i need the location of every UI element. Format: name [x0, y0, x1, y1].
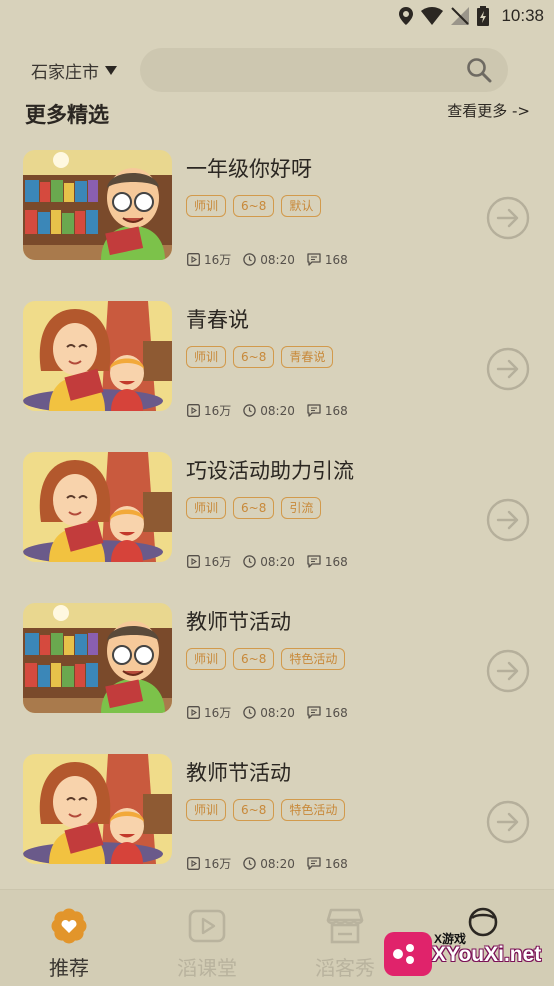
course-title: 青春说: [186, 308, 249, 332]
section-title: 更多精选: [25, 103, 109, 127]
views-icon: [187, 706, 200, 719]
course-tag: 特色活动: [281, 799, 346, 821]
course-title: 教师节活动: [186, 610, 291, 634]
site-watermark: X游戏 XYouXi.net: [384, 926, 554, 986]
clock-icon: [243, 555, 257, 568]
comment-icon: [307, 857, 321, 870]
search-input[interactable]: [140, 48, 508, 92]
course-tag: 引流: [281, 497, 322, 519]
course-meta: 16万 08:20 168: [187, 855, 360, 872]
course-tags: 师训 6~8 引流: [186, 497, 322, 519]
course-tag: 师训: [186, 648, 227, 670]
comment-count: 168: [324, 856, 348, 871]
tab-recommend[interactable]: 推荐: [0, 890, 138, 986]
dropdown-triangle-icon: [105, 66, 117, 75]
clock-icon: [243, 857, 257, 870]
clock-icon: [243, 253, 257, 266]
clock-icon: [243, 404, 257, 417]
arrow-right-circle-icon[interactable]: [486, 347, 530, 391]
comment-count: 168: [324, 554, 348, 569]
course-meta: 16万 08:20 168: [187, 704, 360, 721]
watermark-brand-text: XYouXi.net: [432, 943, 542, 966]
course-title: 教师节活动: [186, 761, 291, 785]
arrow-right-circle-icon[interactable]: [486, 649, 530, 693]
course-title: 巧设活动助力引流: [186, 459, 354, 483]
view-count: 16万: [204, 253, 232, 267]
comment-icon: [307, 253, 321, 266]
course-thumbnail[interactable]: [23, 452, 172, 562]
course-tag: 6~8: [233, 195, 275, 217]
shop-icon: [325, 906, 365, 950]
play-icon: [187, 906, 227, 950]
comment-count: 168: [324, 252, 348, 267]
comment-icon: [307, 706, 321, 719]
course-tag: 6~8: [233, 648, 275, 670]
course-tag: 师训: [186, 497, 227, 519]
course-tags: 师训 6~8 特色活动: [186, 648, 346, 670]
course-thumbnail[interactable]: [23, 150, 172, 260]
course-tags: 师训 6~8 默认: [186, 195, 322, 217]
wifi-icon: [421, 7, 444, 25]
course-meta: 16万 08:20 168: [187, 251, 360, 268]
comment-icon: [307, 555, 321, 568]
course-tag: 6~8: [233, 497, 275, 519]
location-icon: [399, 7, 414, 25]
course-title: 一年级你好呀: [186, 157, 312, 181]
status-bar: 10:38: [0, 0, 554, 34]
course-card[interactable]: 一年级你好呀 师训 6~8 默认 16万 08:20 168: [0, 150, 554, 280]
course-tag: 6~8: [233, 799, 275, 821]
duration: 08:20: [260, 403, 295, 418]
course-card[interactable]: 教师节活动 师训 6~8 特色活动 16万 08:20 168: [0, 603, 554, 733]
tab-classroom-label: 滔课堂: [177, 956, 237, 980]
course-tag: 默认: [281, 195, 322, 217]
city-selector[interactable]: 石家庄市: [31, 58, 117, 83]
tab-recommend-label: 推荐: [49, 956, 89, 980]
view-count: 16万: [204, 404, 232, 418]
course-meta: 16万 08:20 168: [187, 553, 360, 570]
course-tag: 6~8: [233, 346, 275, 368]
clock-icon: [243, 706, 257, 719]
battery-icon: [477, 6, 490, 26]
comment-icon: [307, 404, 321, 417]
arrow-right-circle-icon[interactable]: [486, 196, 530, 240]
no-signal-icon: [451, 7, 470, 25]
course-card[interactable]: 巧设活动助力引流 师训 6~8 引流 16万 08:20 168: [0, 452, 554, 582]
arrow-right-circle-icon[interactable]: [486, 498, 530, 542]
course-card[interactable]: 教师节活动 师训 6~8 特色活动 16万 08:20 168: [0, 754, 554, 884]
course-tag: 师训: [186, 346, 227, 368]
views-icon: [187, 857, 200, 870]
status-time: 10:38: [501, 6, 544, 25]
view-count: 16万: [204, 706, 232, 720]
views-icon: [187, 404, 200, 417]
gamepad-logo-icon: [384, 932, 432, 976]
tab-classroom[interactable]: 滔课堂: [138, 890, 276, 986]
arrow-right-circle-icon[interactable]: [486, 800, 530, 844]
course-thumbnail[interactable]: [23, 301, 172, 411]
course-thumbnail[interactable]: [23, 754, 172, 864]
course-tag: 师训: [186, 195, 227, 217]
comment-count: 168: [324, 403, 348, 418]
flower-heart-icon: [49, 906, 89, 950]
view-more-link[interactable]: 查看更多 ->: [447, 100, 530, 121]
views-icon: [187, 253, 200, 266]
course-tags: 师训 6~8 特色活动: [186, 799, 346, 821]
course-thumbnail[interactable]: [23, 603, 172, 713]
view-count: 16万: [204, 857, 232, 871]
duration: 08:20: [260, 705, 295, 720]
course-tag: 特色活动: [281, 648, 346, 670]
course-tag: 师训: [186, 799, 227, 821]
duration: 08:20: [260, 252, 295, 267]
course-card[interactable]: 青春说 师训 6~8 青春说 16万 08:20 168: [0, 301, 554, 431]
course-tag: 青春说: [281, 346, 334, 368]
course-tags: 师训 6~8 青春说: [186, 346, 334, 368]
view-count: 16万: [204, 555, 232, 569]
city-label: 石家庄市: [31, 63, 99, 83]
views-icon: [187, 555, 200, 568]
duration: 08:20: [260, 554, 295, 569]
duration: 08:20: [260, 856, 295, 871]
top-bar: 石家庄市: [0, 48, 554, 94]
course-meta: 16万 08:20 168: [187, 402, 360, 419]
search-icon[interactable]: [466, 57, 492, 87]
comment-count: 168: [324, 705, 348, 720]
